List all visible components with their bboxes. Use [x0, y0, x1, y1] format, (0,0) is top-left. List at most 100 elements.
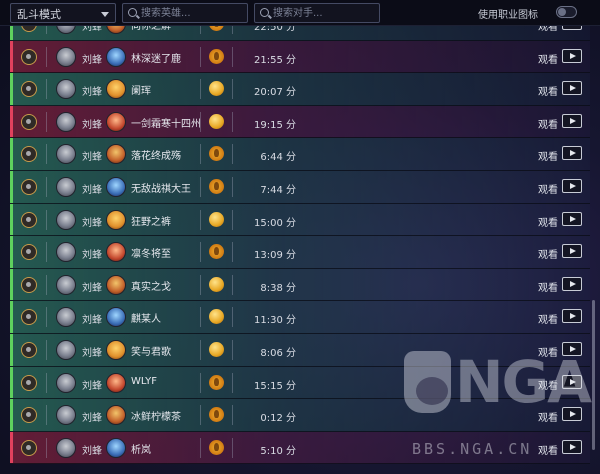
flame-medal-icon	[209, 244, 224, 260]
opponent-portrait-icon	[106, 340, 126, 361]
watch-label[interactable]: 观看	[538, 311, 558, 326]
play-button[interactable]	[562, 309, 582, 324]
match-duration: 0:12 分	[260, 413, 296, 425]
mode-select[interactable]: 乱斗模式	[10, 3, 116, 23]
match-duration: 22:50 分	[254, 26, 296, 34]
divider	[200, 307, 201, 328]
watch-label[interactable]: 观看	[538, 279, 558, 294]
replay-row[interactable]: 刘蜂 落花终成殇 6:44 分 观看	[10, 138, 590, 172]
opponent-name: 真实之戈	[131, 281, 171, 293]
play-button[interactable]	[562, 407, 582, 422]
hero-search-box[interactable]	[122, 3, 248, 23]
play-button[interactable]	[562, 439, 582, 454]
opponent-portrait-icon	[106, 177, 126, 198]
hero-portrait-icon	[56, 26, 76, 35]
watch-label[interactable]: 观看	[538, 377, 558, 392]
result-indicator	[10, 268, 13, 301]
result-indicator	[10, 138, 13, 171]
match-duration: 21:55 分	[254, 54, 296, 66]
divider	[232, 437, 233, 458]
play-button[interactable]	[562, 81, 582, 96]
divider	[46, 405, 47, 426]
game-mode-icon	[21, 276, 37, 293]
replay-row[interactable]: 刘蜂 一剑霜寒十四州 19:15 分 观看	[10, 105, 590, 139]
hero-portrait-icon	[56, 372, 76, 393]
play-button[interactable]	[562, 26, 582, 31]
divider	[200, 372, 201, 393]
hero-portrait-icon	[56, 340, 76, 361]
play-button[interactable]	[562, 342, 582, 357]
watch-label[interactable]: 观看	[538, 214, 558, 229]
replay-row[interactable]: 刘蜂 笑与君歌 8:06 分 观看	[10, 334, 590, 367]
replay-row[interactable]: 刘蜂 狂野之裤 15:00 分 观看	[10, 203, 590, 237]
coin-medal-icon	[209, 211, 224, 227]
hero-name: 刘蜂	[82, 87, 102, 99]
watch-label[interactable]: 观看	[538, 148, 558, 163]
play-button[interactable]	[562, 244, 582, 259]
hero-portrait-icon	[56, 46, 76, 67]
flame-medal-icon	[209, 374, 224, 390]
watch-label[interactable]: 观看	[538, 442, 558, 457]
play-button[interactable]	[562, 48, 582, 63]
opponent-search-input[interactable]	[273, 5, 375, 21]
divider	[46, 79, 47, 100]
divider	[232, 372, 233, 393]
play-button[interactable]	[562, 374, 582, 389]
divider	[232, 307, 233, 328]
hero-name: 刘蜂	[82, 380, 102, 392]
replay-row[interactable]: 刘蜂 无敌战祺大王 7:44 分 观看	[10, 171, 590, 204]
watch-label[interactable]: 观看	[538, 409, 558, 424]
divider	[200, 144, 201, 165]
result-indicator	[10, 334, 13, 366]
match-duration: 20:07 分	[254, 87, 296, 99]
replay-row[interactable]: 刘蜂 WLYF 15:15 分 观看	[10, 366, 590, 400]
opponent-portrait-icon	[106, 437, 126, 458]
replay-row[interactable]: 刘蜂 林深迷了鹿 21:55 分 观看	[10, 40, 590, 74]
watch-label[interactable]: 观看	[538, 181, 558, 196]
replay-row[interactable]: 刘蜂 凛冬将至 13:09 分 观看	[10, 236, 590, 269]
scrollbar[interactable]	[592, 300, 595, 450]
mode-select-value: 乱斗模式	[17, 8, 61, 21]
divider	[232, 79, 233, 100]
match-duration: 6:44 分	[260, 152, 296, 164]
hero-name: 刘蜂	[82, 315, 102, 327]
replay-row[interactable]: 刘蜂 阑珲 20:07 分 观看	[10, 73, 590, 106]
hero-portrait-icon	[56, 79, 76, 100]
watch-label[interactable]: 观看	[538, 116, 558, 131]
play-button[interactable]	[562, 113, 582, 128]
divider	[232, 177, 233, 198]
play-button[interactable]	[562, 179, 582, 194]
result-indicator	[10, 26, 13, 40]
class-icon-toggle[interactable]	[556, 6, 577, 18]
opponent-portrait-icon	[106, 144, 126, 165]
watch-label[interactable]: 观看	[538, 83, 558, 98]
top-toolbar: 乱斗模式 使用职业图标	[0, 0, 600, 26]
play-button[interactable]	[562, 276, 582, 291]
coin-medal-icon	[209, 342, 224, 358]
replay-row[interactable]: 刘蜂 麒某人 11:30 分 观看	[10, 301, 590, 335]
game-mode-icon	[21, 48, 37, 65]
opponent-name: 笑与君歌	[131, 347, 171, 359]
hero-name: 刘蜂	[82, 185, 102, 197]
play-button[interactable]	[562, 211, 582, 226]
watch-label[interactable]: 观看	[538, 246, 558, 261]
hero-name: 刘蜂	[82, 445, 102, 457]
opponent-search-box[interactable]	[254, 3, 380, 23]
divider	[232, 46, 233, 67]
watch-label[interactable]: 观看	[538, 344, 558, 359]
opponent-portrait-icon	[106, 372, 126, 393]
result-indicator	[10, 301, 13, 334]
watch-label[interactable]: 观看	[538, 51, 558, 66]
replay-row[interactable]: 刘蜂 冰鲜柠檬茶 0:12 分 观看	[10, 399, 590, 432]
opponent-name: 冰鲜柠檬茶	[131, 412, 181, 424]
replay-row[interactable]: 刘蜂 向你之解 22:50 分 观看	[10, 26, 590, 41]
divider	[232, 405, 233, 426]
hero-name: 刘蜂	[82, 119, 102, 131]
play-button[interactable]	[562, 146, 582, 161]
replay-row[interactable]: 刘蜂 析岚 5:10 分 观看	[10, 431, 590, 465]
hero-search-input[interactable]	[141, 5, 243, 21]
replay-row[interactable]: 刘蜂 真实之戈 8:38 分 观看	[10, 268, 590, 302]
search-icon	[128, 8, 137, 17]
watch-label[interactable]: 观看	[538, 26, 558, 33]
hero-portrait-icon	[56, 274, 76, 295]
